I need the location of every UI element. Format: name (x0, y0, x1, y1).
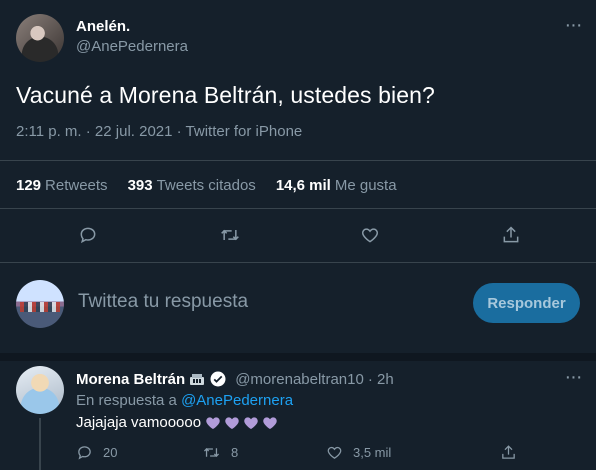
retweet-icon[interactable] (216, 221, 244, 249)
reply-like-action[interactable]: 3,5 mil (326, 444, 391, 461)
purple-heart-icon (244, 416, 258, 429)
purple-heart-icon (225, 416, 239, 429)
divider (0, 208, 596, 209)
reply-action-bar: 20 8 3,5 mil (76, 444, 576, 464)
reply-icon[interactable] (74, 221, 102, 249)
reply-text-row: Jajajaja vamooooo (76, 414, 278, 431)
more-options-icon[interactable]: ··· (562, 366, 584, 388)
purple-heart-icon (263, 416, 277, 429)
purple-heart-icon (206, 416, 220, 429)
divider (0, 262, 596, 263)
retweets-stat[interactable]: 129 Retweets (16, 177, 108, 194)
reply-input[interactable]: Twittea tu respuesta (78, 291, 248, 313)
reply-header: Morena Beltrán @morenabeltran10 · 2h (76, 370, 394, 388)
likes-stat[interactable]: 14,6 mil Me gusta (276, 177, 397, 194)
like-icon (327, 446, 342, 459)
reply-icon (78, 446, 91, 460)
reply-author-name[interactable]: Morena Beltrán (76, 371, 185, 388)
reply-reply-action[interactable]: 20 (76, 444, 117, 461)
retweet-count: 8 (231, 445, 239, 460)
author-handle[interactable]: @AnePedernera (76, 38, 188, 55)
divider (0, 160, 596, 161)
user-avatar[interactable] (16, 280, 64, 328)
reply-retweet-action[interactable]: 8 (202, 444, 238, 461)
in-reply-to-handle[interactable]: @AnePedernera (181, 392, 293, 409)
in-reply-to: En respuesta a @AnePedernera (76, 392, 294, 409)
emoji-icon (189, 372, 205, 386)
reply-author-handle[interactable]: @morenabeltran10 (235, 371, 364, 388)
purple-hearts (205, 415, 278, 431)
action-bar (0, 221, 596, 249)
quotes-stat[interactable]: 393 Tweets citados (128, 177, 256, 194)
tweet-text: Vacuné a Morena Beltrán, ustedes bien? (16, 82, 435, 108)
reply-author-avatar[interactable] (16, 366, 64, 414)
verified-badge-icon (209, 370, 227, 388)
more-options-icon[interactable]: ··· (562, 14, 584, 36)
reply-share-action[interactable] (500, 444, 517, 461)
share-icon (502, 445, 515, 459)
reply-time[interactable]: · 2h (368, 371, 394, 388)
like-count: 3,5 mil (353, 445, 392, 460)
author-name[interactable]: Anelén. (76, 18, 130, 35)
share-icon[interactable] (497, 221, 525, 249)
tweet-meta: 2:11 p. m. · 22 jul. 2021 · Twitter for … (16, 123, 303, 140)
reply-count: 20 (103, 445, 118, 460)
retweet-icon (203, 448, 220, 457)
thread-line (39, 418, 41, 470)
author-avatar[interactable] (16, 14, 64, 62)
reply-text: Jajajaja vamooooo (76, 414, 202, 431)
reply-button[interactable]: Responder (473, 283, 580, 323)
like-icon[interactable] (356, 221, 384, 249)
tweet-stats: 129 Retweets 393 Tweets citados 14,6 mil Me… (16, 177, 397, 194)
section-separator (0, 353, 596, 361)
